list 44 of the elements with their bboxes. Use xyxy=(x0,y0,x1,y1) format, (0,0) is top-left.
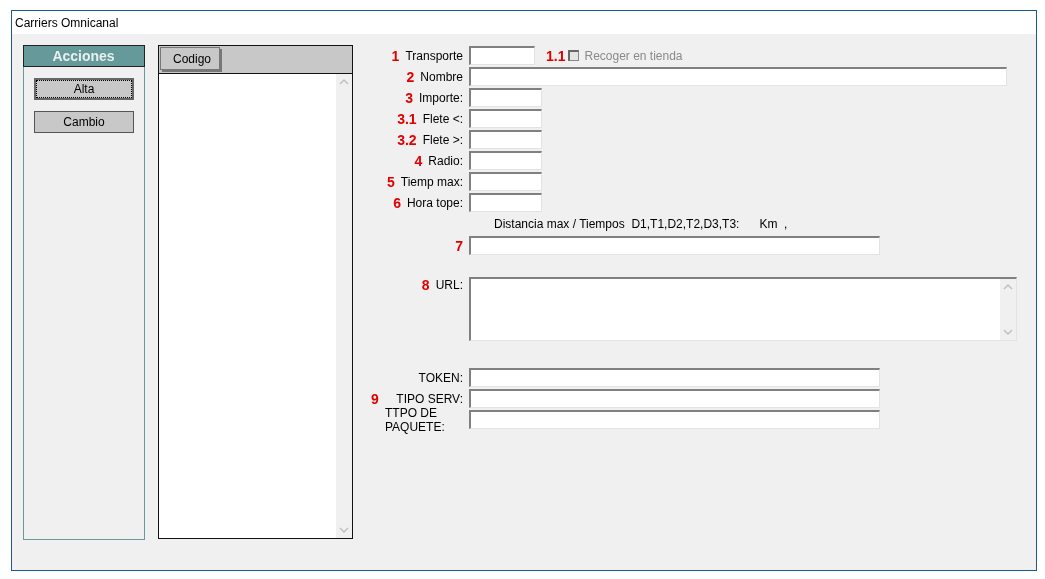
input-field[interactable] xyxy=(469,236,880,255)
field-number: 2 xyxy=(406,68,415,85)
input-field[interactable] xyxy=(469,109,542,128)
field-label: Flete >: xyxy=(422,132,463,147)
field-label: Transporte xyxy=(405,48,463,63)
field-number: 1 xyxy=(391,47,400,64)
panel-header: Acciones xyxy=(22,45,145,67)
field-number: 7 xyxy=(455,237,463,254)
input-field[interactable] xyxy=(469,67,1007,86)
field-number: 3.2 xyxy=(397,131,417,148)
input-field[interactable] xyxy=(469,193,542,212)
input-field[interactable] xyxy=(469,410,880,429)
input-field[interactable] xyxy=(469,130,542,149)
column-header[interactable]: Codigo xyxy=(160,47,221,70)
field-label: Importe: xyxy=(419,90,463,105)
field-label: Nombre xyxy=(420,69,463,84)
input-field[interactable] xyxy=(469,368,880,387)
field-number: 5 xyxy=(386,173,395,190)
field-number: 1.1 xyxy=(546,47,566,64)
input-field[interactable] xyxy=(469,46,535,65)
input-field[interactable] xyxy=(469,88,542,107)
input-field[interactable] xyxy=(469,389,880,408)
field-number: 3 xyxy=(405,89,413,106)
text-area[interactable] xyxy=(469,277,1017,341)
field-label: TOKEN: xyxy=(418,370,463,385)
window-title: Carriers Omnicanal xyxy=(15,15,119,30)
field-label: TIPO SERV: xyxy=(396,391,463,406)
checkbox-label: Recoger en tienda xyxy=(584,48,683,63)
field-number: 3.1 xyxy=(397,110,417,127)
field-label: Hora tope: xyxy=(406,195,463,210)
field-number: 6 xyxy=(393,194,401,211)
action-button[interactable]: Cambio xyxy=(34,111,134,133)
input-field[interactable] xyxy=(469,172,542,191)
field-label: Radio: xyxy=(428,153,463,168)
field-number: 9 xyxy=(371,390,379,407)
field-label: Tiemp max: xyxy=(400,174,463,189)
field-label: TTPO DE PAQUETE: xyxy=(385,405,446,434)
input-field[interactable] xyxy=(469,151,542,170)
hint-text: Distancia max / Tiempos D1,T1,D2,T2,D3,T3: Km , xyxy=(494,217,788,231)
field-label: Flete <: xyxy=(422,111,463,126)
field-label: URL: xyxy=(435,278,463,292)
field-number: 4 xyxy=(414,152,423,169)
action-button[interactable]: Alta xyxy=(34,78,134,100)
field-number: 8 xyxy=(421,277,430,293)
